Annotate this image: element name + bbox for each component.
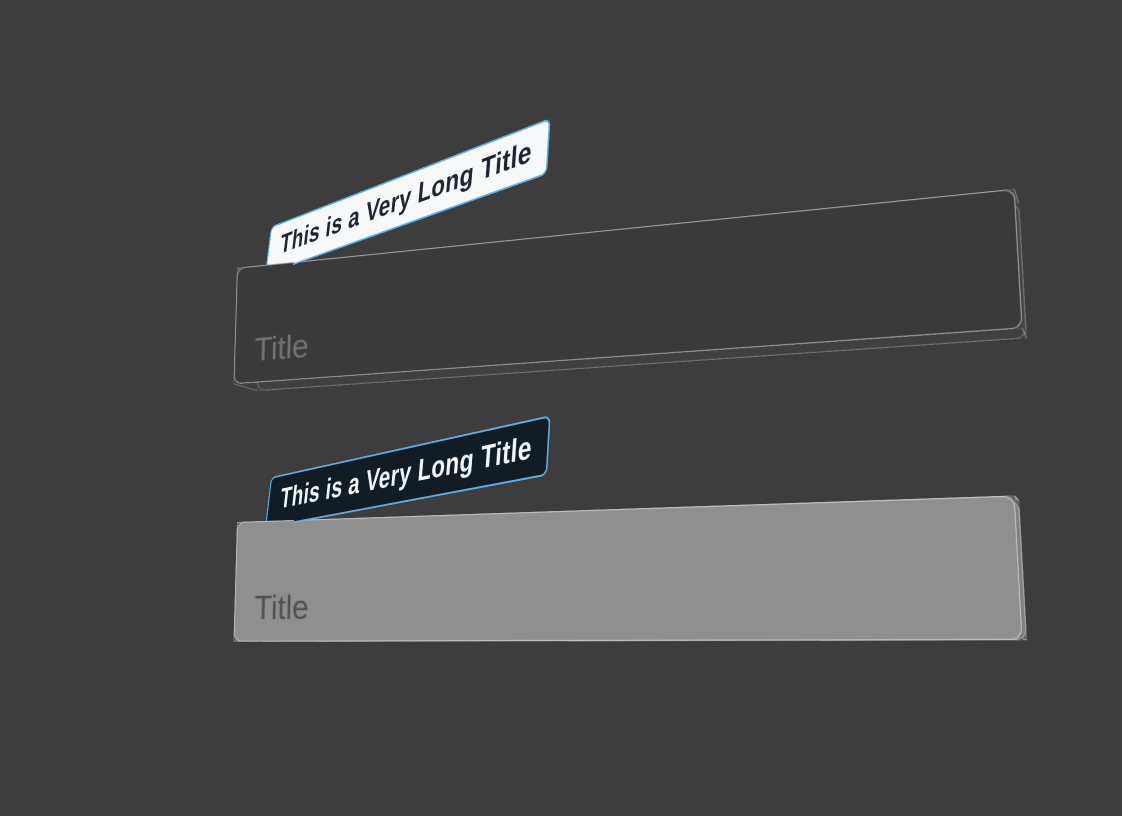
input-placeholder: Title bbox=[254, 588, 309, 628]
text-input-dark-variant[interactable]: Title This is a Very Long Title bbox=[234, 189, 1023, 384]
canvas: Title This is a Very Long Title Title Th… bbox=[0, 0, 1122, 816]
tooltip-label-light[interactable]: This is a Very Long Title bbox=[265, 415, 551, 528]
text-input-light-variant[interactable]: Title This is a Very Long Title bbox=[234, 496, 1023, 642]
input-placeholder: Title bbox=[254, 327, 309, 370]
